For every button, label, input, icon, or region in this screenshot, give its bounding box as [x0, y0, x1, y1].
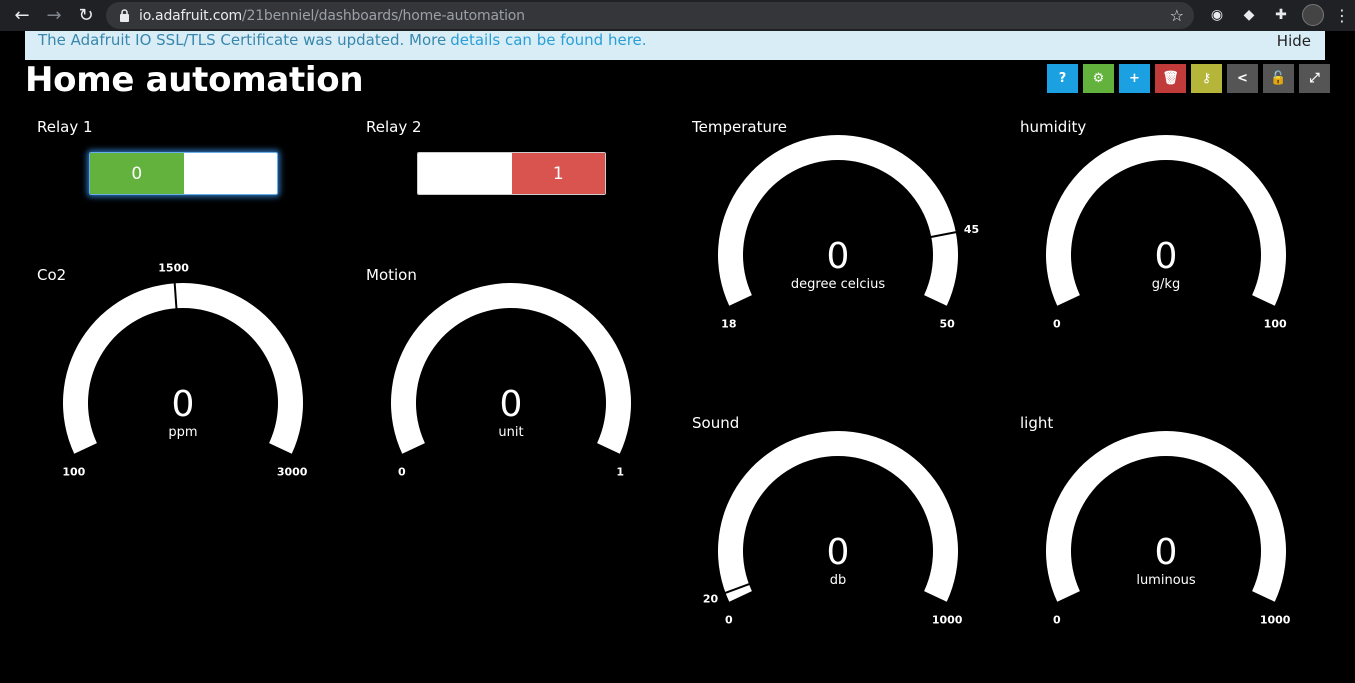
humidity-unit: g/kg	[1152, 277, 1180, 292]
temperature-value: 0	[827, 236, 850, 277]
sound-gauge-title: Sound	[692, 414, 740, 432]
light-min-label: 0	[1053, 613, 1061, 626]
co2-min-label: 100	[62, 465, 85, 478]
motion-max-label: 1	[616, 465, 624, 478]
light-value: 0	[1155, 532, 1178, 573]
sound-value: 0	[827, 532, 850, 573]
motion-min-label: 0	[398, 465, 406, 478]
light-max-label: 1000	[1260, 613, 1291, 626]
temperature-unit: degree celcius	[791, 277, 885, 292]
gauges-layer: 1500100 30000ppm0 10unit4518 500degree celc…	[62, 135, 1291, 626]
humidity-gauge-title: humidity	[1020, 118, 1087, 136]
motion-gauge-title: Motion	[366, 266, 417, 284]
temperature-max-label: 50	[940, 317, 956, 330]
co2-gauge-title: Co2	[37, 266, 67, 284]
humidity-min-label: 0	[1053, 317, 1061, 330]
temperature-gauge-title: Temperature	[692, 118, 788, 136]
co2-max-label: 3000	[277, 465, 308, 478]
light-gauge-title: light	[1020, 414, 1054, 432]
co2-value: 0	[172, 384, 195, 425]
humidity-max-label: 100	[1264, 317, 1287, 330]
sound-max-label: 1000	[932, 613, 963, 626]
temperature-min-label: 18	[721, 317, 736, 330]
humidity-value: 0	[1155, 236, 1178, 277]
sound-min-label: 0	[725, 613, 733, 626]
motion-value: 0	[500, 384, 523, 425]
sound-unit: db	[830, 573, 847, 588]
sound-low-warning-label: 20	[703, 592, 719, 605]
co2-high-warning-label: 1500	[158, 261, 189, 274]
temperature-high-warning-label: 45	[964, 223, 979, 236]
light-unit: luminous	[1136, 573, 1196, 588]
motion-unit: unit	[498, 425, 523, 440]
co2-unit: ppm	[168, 425, 197, 440]
